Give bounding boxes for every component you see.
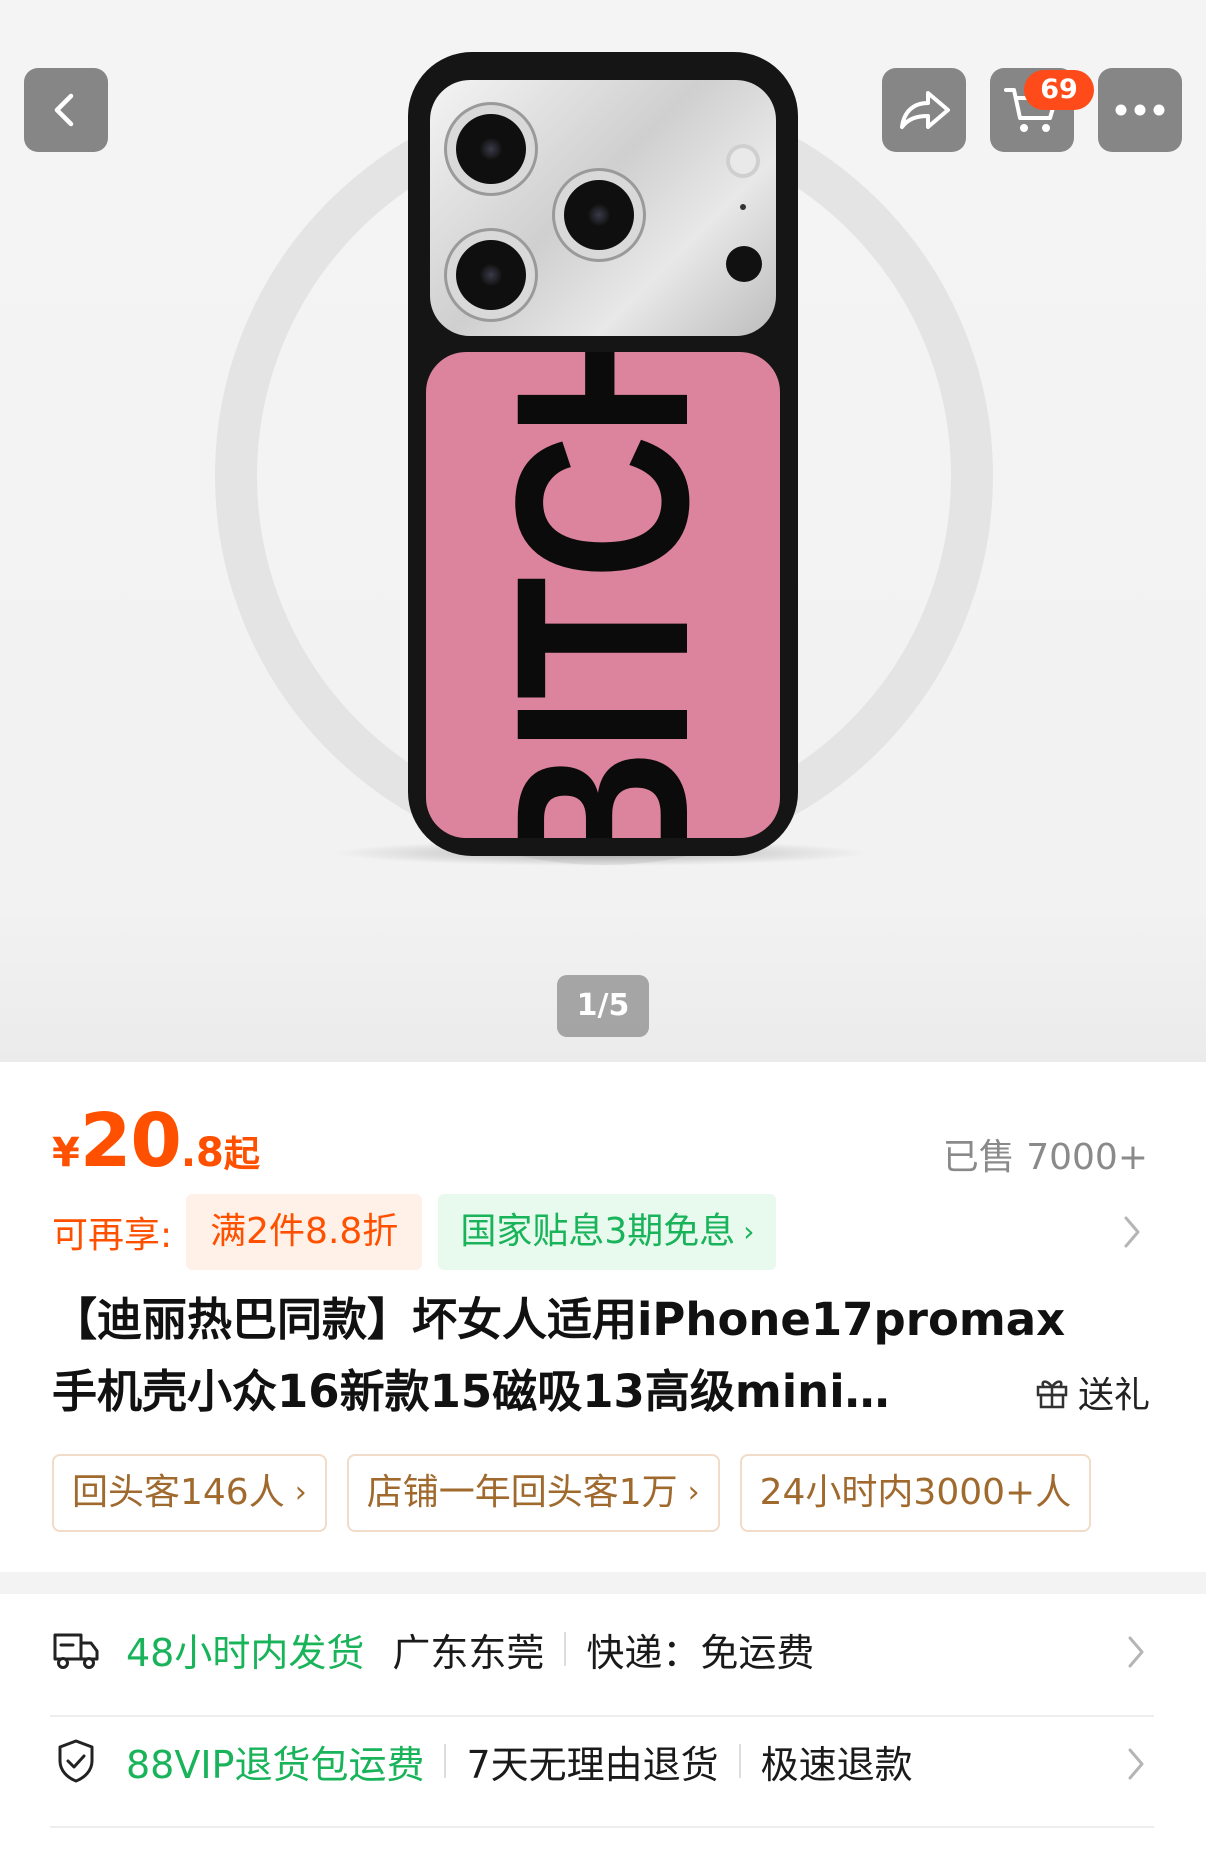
tag-label: 回头客146人 [72, 1472, 285, 1513]
divider [444, 1744, 447, 1778]
sold-count: 已售 7000+ [942, 1137, 1148, 1178]
gift-button[interactable]: 送礼 [1034, 1366, 1150, 1418]
chevron-right-icon [1128, 1636, 1144, 1668]
returns-row[interactable]: 88VIP退货包运费 7天无理由退货 极速退款 [50, 1706, 1154, 1816]
delivery-truck-icon [50, 1623, 102, 1675]
shield-check-icon [50, 1735, 102, 1787]
product-image-gallery[interactable]: BITCH 69 1/5 [0, 0, 1206, 1062]
promo-row[interactable]: 可再享: 满2件8.8折 国家贴息3期免息 › [52, 1194, 1152, 1270]
share-button[interactable] [882, 68, 966, 152]
phone-case-image: BITCH [408, 52, 798, 856]
camera-lens-icon [456, 114, 526, 184]
divider [738, 1744, 741, 1778]
flash-icon [726, 144, 760, 178]
shipping-row[interactable]: 48小时内发货 广东东莞 快递：免运费 [50, 1594, 1154, 1704]
shipping-time: 48小时内发货 [126, 1630, 365, 1675]
section-divider [0, 1572, 1206, 1594]
camera-lens-icon [456, 240, 526, 310]
cart-count-badge: 69 [1024, 70, 1094, 110]
more-button[interactable] [1098, 68, 1182, 152]
case-back-panel: BITCH [426, 352, 780, 838]
installment-label: 国家贴息3期免息 [460, 1211, 736, 1252]
fast-refund: 极速退款 [760, 1742, 913, 1787]
price: ¥ 20 .8 起 [52, 1098, 260, 1184]
image-pager-indicator: 1/5 [557, 975, 649, 1037]
row-divider [50, 1826, 1154, 1828]
delivery-fee: 快递：免运费 [586, 1630, 815, 1675]
share-icon [900, 91, 950, 129]
discount-tag[interactable]: 满2件8.8折 [186, 1194, 423, 1270]
chevron-right-icon: › [687, 1475, 700, 1510]
product-info-section: ¥ 20 .8 起 已售 7000+ 可再享: 满2件8.8折 国家贴息3期免息… [0, 1062, 1206, 1572]
camera-lens-icon [564, 180, 634, 250]
recent-buyers-tag[interactable]: 24小时内3000+人 [739, 1454, 1092, 1532]
vip-return-shipping: 88VIP退货包运费 [126, 1742, 425, 1787]
chevron-right-icon: › [743, 1215, 755, 1248]
promo-label: 可再享: [52, 1215, 173, 1256]
tag-list: 回头客146人 › 店铺一年回头客1万 › 24小时内3000+人 [52, 1454, 1154, 1532]
camera-plate [430, 80, 776, 336]
divider [564, 1632, 567, 1666]
repeat-customer-tag[interactable]: 回头客146人 › [52, 1454, 327, 1532]
product-title: 【迪丽热巴同款】坏女人适用iPhone17promax 手机壳小众16新款15磁… [52, 1284, 1142, 1428]
installment-tag[interactable]: 国家贴息3期免息 › [438, 1194, 777, 1270]
chevron-right-icon [1128, 1748, 1144, 1780]
product-title-line1: 【迪丽热巴同款】坏女人适用iPhone17promax [52, 1293, 1066, 1346]
more-dots-icon [1115, 104, 1165, 116]
price-suffix: 起 [223, 1134, 260, 1175]
back-button[interactable] [24, 68, 108, 152]
price-currency: ¥ [52, 1130, 80, 1176]
tag-label: 店铺一年回头客1万 [366, 1472, 678, 1513]
price-decimal: .8 [180, 1130, 224, 1176]
chevron-right-icon: › [294, 1475, 307, 1510]
gift-label: 送礼 [1077, 1375, 1150, 1416]
store-repeat-customer-tag[interactable]: 店铺一年回头客1万 › [346, 1454, 720, 1532]
tag-label: 24小时内3000+人 [759, 1472, 1072, 1513]
return-policy: 7天无理由退货 [466, 1742, 719, 1787]
chevron-left-icon [54, 93, 74, 127]
service-section: 48小时内发货 广东东莞 快递：免运费 88VIP退货包运费 7天无理由退货 极… [0, 1594, 1206, 1856]
mic-dot [740, 204, 746, 210]
price-integer: 20 [79, 1098, 182, 1184]
case-print-text: BITCH [465, 352, 740, 838]
ship-origin: 广东东莞 [392, 1630, 545, 1675]
lidar-sensor [726, 246, 762, 282]
chevron-right-icon [1124, 1216, 1140, 1248]
gift-icon [1036, 1380, 1068, 1409]
product-title-line2: 手机壳小众16新款15磁吸13高级mini… [52, 1365, 890, 1418]
